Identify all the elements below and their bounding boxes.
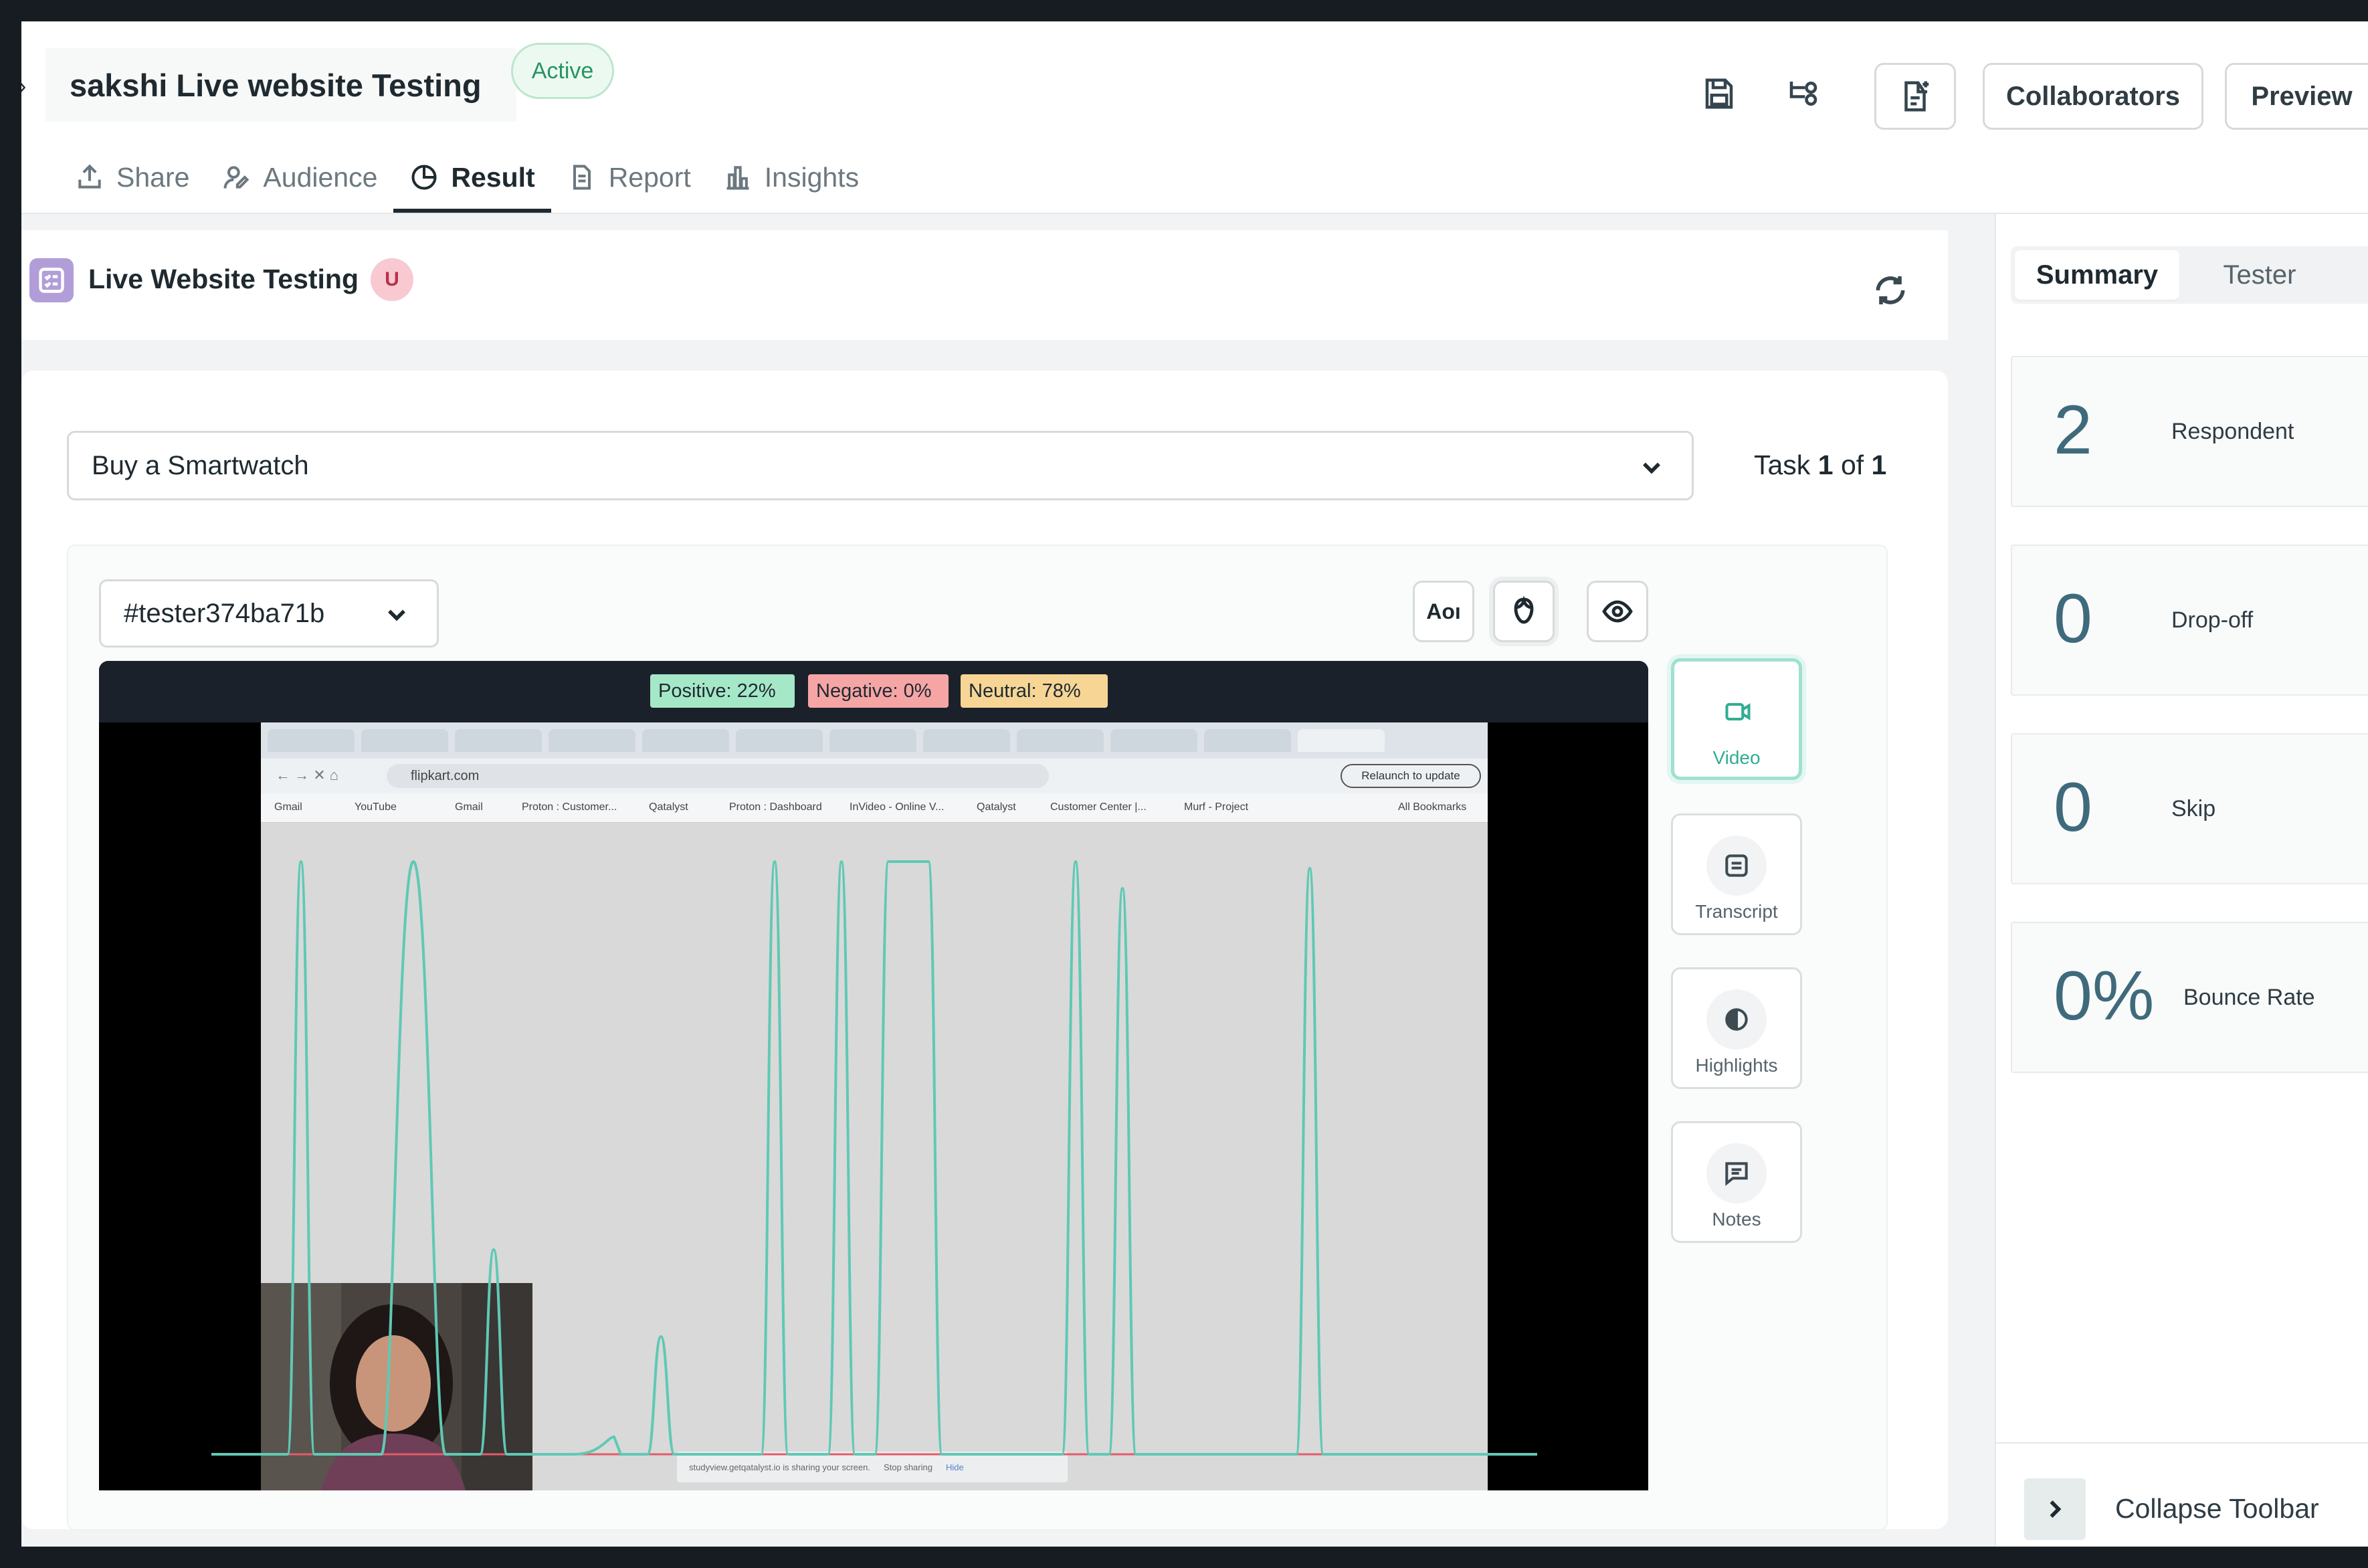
project-title: sakshi Live website Testing xyxy=(45,48,516,122)
tab-tester[interactable]: Tester xyxy=(2193,250,2327,300)
highlights-icon-wrap xyxy=(1706,989,1767,1050)
collapse-toolbar-label[interactable]: Collapse Toolbar xyxy=(2115,1493,2319,1525)
highlights-button-label: Highlights xyxy=(1695,1055,1778,1076)
section-title: Live Website Testing xyxy=(88,264,359,294)
add-document-button[interactable] xyxy=(1874,63,1956,130)
stat-value: 0% xyxy=(2054,957,2155,1035)
main-tabs: Share Audience Result Report Insights xyxy=(59,142,875,213)
task-dropdown-value: Buy a Smartwatch xyxy=(92,450,309,480)
eye-tracking-button[interactable] xyxy=(1587,581,1648,642)
face-icon xyxy=(1514,595,1534,624)
notes-icon-wrap xyxy=(1706,1143,1767,1203)
bar-chart-icon xyxy=(726,166,749,190)
tab-report[interactable]: Report xyxy=(551,142,707,213)
chevron-right-icon xyxy=(2050,1500,2062,1518)
tab-result-label: Result xyxy=(451,161,535,193)
task-counter-total: 1 xyxy=(1871,450,1887,480)
chevron-down-icon xyxy=(1637,453,1666,482)
face-tracking-button[interactable] xyxy=(1493,581,1555,642)
audience-icon xyxy=(223,166,250,189)
tab-insights-label: Insights xyxy=(764,161,860,193)
tab-share-label: Share xyxy=(116,161,190,193)
stat-label: Respondent xyxy=(2171,419,2294,444)
main-content: Live Website Testing U Buy a Smartwatch … xyxy=(21,214,1995,1547)
tab-audience[interactable]: Audience xyxy=(205,142,393,213)
stat-respondent: 2 Respondent xyxy=(2011,356,2368,507)
eye-icon xyxy=(1602,600,1633,623)
video-icon xyxy=(1725,702,1751,721)
avatar: U xyxy=(371,258,413,301)
task-counter: Task 1 of 1 xyxy=(1754,450,1886,481)
stat-value: 2 xyxy=(2054,391,2092,469)
video-button[interactable]: Video xyxy=(1671,658,1802,780)
add-document-icon xyxy=(1904,81,1929,112)
player-panel: #tester374ba71b Aoı Positive: 22% Negati… xyxy=(67,545,1888,1531)
stat-skip: 0 Skip xyxy=(2011,733,2368,884)
tab-summary[interactable]: Summary xyxy=(2015,250,2179,300)
tab-result[interactable]: Result xyxy=(393,142,552,213)
video-icon-wrap xyxy=(1708,682,1768,742)
share-icon xyxy=(78,164,101,189)
transcript-button[interactable]: Transcript xyxy=(1671,813,1802,935)
transcript-icon xyxy=(1725,854,1748,877)
checklist-icon xyxy=(29,258,74,302)
flow-icon[interactable] xyxy=(1775,66,1832,122)
stat-value: 0 xyxy=(2054,769,2092,846)
notes-button-label: Notes xyxy=(1712,1209,1761,1230)
window-frame-top xyxy=(0,0,2368,21)
tab-insights[interactable]: Insights xyxy=(707,142,875,213)
highlights-button[interactable]: Highlights xyxy=(1671,967,1802,1089)
collapse-toolbar-button[interactable] xyxy=(2024,1478,2086,1540)
video-player[interactable]: Positive: 22% Negative: 0% Neutral: 78% xyxy=(99,661,1648,1490)
stat-label: Drop-off xyxy=(2171,607,2254,633)
project-title-text: sakshi Live website Testing xyxy=(70,67,482,103)
stat-value: 0 xyxy=(2054,580,2092,658)
window-frame-left xyxy=(0,0,21,1568)
chevron-right-icon[interactable]: › xyxy=(21,74,26,100)
stat-bounce-rate: 0% Bounce Rate xyxy=(2011,922,2368,1073)
app-window: › sakshi Live website Testing Active Col… xyxy=(21,21,2368,1547)
tab-audience-label: Audience xyxy=(263,161,378,193)
pie-chart-icon xyxy=(411,165,437,190)
chevron-down-icon xyxy=(382,600,411,629)
notes-icon xyxy=(1725,1162,1748,1186)
task-card: Buy a Smartwatch Task 1 of 1 #tester374b… xyxy=(21,371,1948,1531)
status-badge: Active xyxy=(511,43,614,99)
highlights-icon xyxy=(1725,1008,1748,1031)
report-icon xyxy=(573,165,591,190)
summary-tabs: Summary Tester xyxy=(2011,246,2368,304)
save-icon[interactable] xyxy=(1691,66,1747,122)
summary-panel: Summary Tester 2 Respondent 0 Drop-off 0… xyxy=(1995,214,2368,1547)
tester-dropdown[interactable]: #tester374ba71b xyxy=(99,579,439,648)
section-header: Live Website Testing U xyxy=(21,230,1948,340)
window-frame-bottom xyxy=(0,1547,2368,1568)
video-button-label: Video xyxy=(1712,747,1761,768)
tab-report-label: Report xyxy=(608,161,691,193)
preview-button[interactable]: Preview xyxy=(2225,63,2368,130)
emotion-wave-line xyxy=(211,860,1537,1456)
stat-label: Bounce Rate xyxy=(2183,985,2315,1010)
transcript-icon-wrap xyxy=(1706,836,1767,896)
aoi-button[interactable]: Aoı xyxy=(1413,581,1474,642)
task-dropdown[interactable]: Buy a Smartwatch xyxy=(67,431,1694,500)
tester-dropdown-value: #tester374ba71b xyxy=(124,598,325,628)
stat-label: Skip xyxy=(2171,796,2216,821)
notes-button[interactable]: Notes xyxy=(1671,1121,1802,1243)
task-counter-current: 1 xyxy=(1817,450,1834,480)
collaborators-button[interactable]: Collaborators xyxy=(1983,63,2203,130)
transcript-button-label: Transcript xyxy=(1695,901,1778,922)
panel-divider xyxy=(1996,1442,2368,1444)
refresh-icon[interactable] xyxy=(1872,272,1909,309)
emotion-wave-overlay xyxy=(211,860,1537,1456)
tab-share[interactable]: Share xyxy=(59,142,205,213)
task-counter-of: of xyxy=(1840,450,1864,480)
stat-drop-off: 0 Drop-off xyxy=(2011,545,2368,696)
task-counter-prefix: Task xyxy=(1754,450,1811,480)
